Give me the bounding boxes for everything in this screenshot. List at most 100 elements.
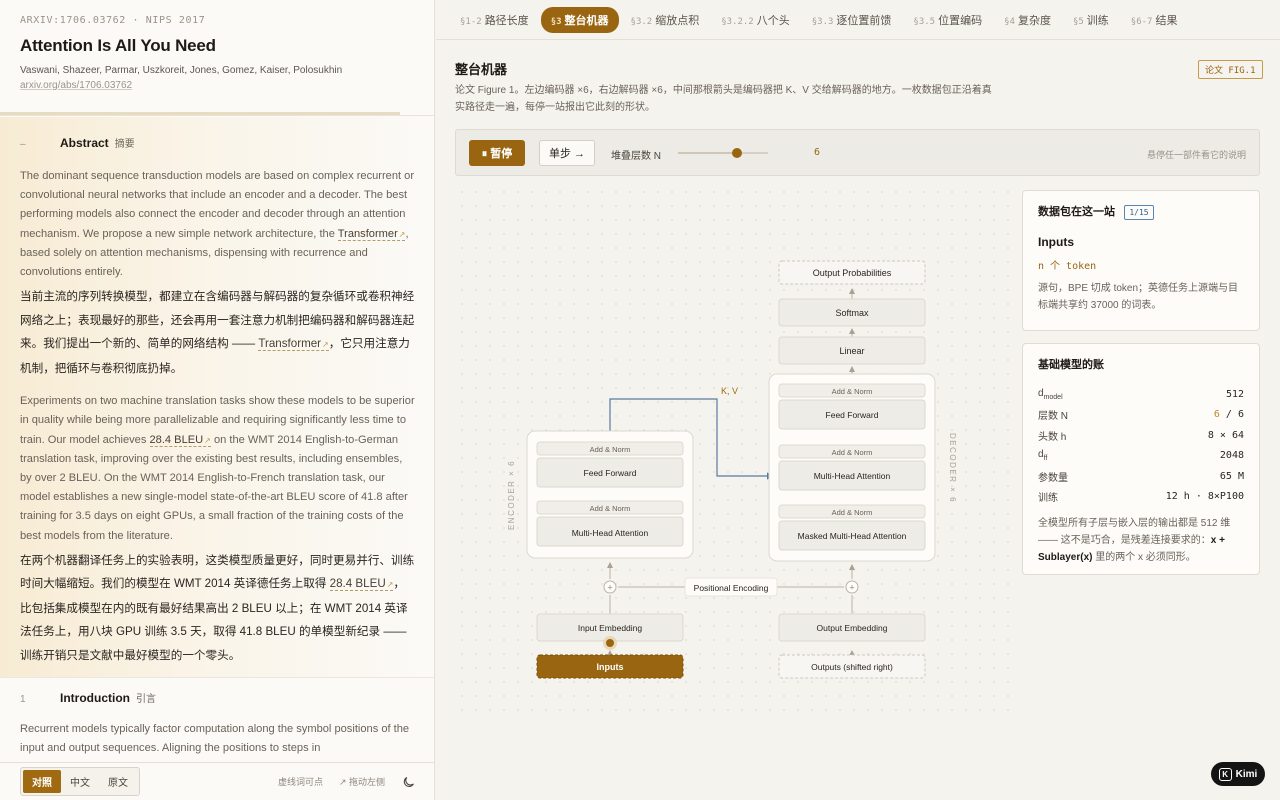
drag-hint[interactable]: ↗ 拖动左侧	[339, 775, 385, 788]
outputs-shifted-label: Outputs (shifted right)	[811, 662, 893, 672]
plus-glyph: +	[849, 583, 854, 593]
station-panel: 数据包在这一站 1/15 Inputs n 个 token 源句，BPE 切成 …	[1022, 190, 1260, 331]
encoder-attention-label: Multi-Head Attention	[572, 528, 649, 538]
term-link-transformer-zh[interactable]: Transformer	[258, 337, 329, 352]
abstract-heading: – Abstract 摘要	[20, 135, 415, 161]
add-norm-label: Add & Norm	[590, 445, 631, 454]
station-title: 数据包在这一站	[1038, 206, 1115, 218]
decoder-side-label: DECODER × 6	[948, 433, 957, 503]
paper-reader-panel: ARXIV:1706.03762 · NIPS 2017 Attention I…	[0, 0, 435, 800]
reader-footer: 对照 中文 原文 虚线词可点 ↗ 拖动左侧	[0, 762, 434, 800]
section-title-zh: 引言	[135, 694, 156, 705]
term-link-bleu[interactable]: 28.4 BLEU	[149, 433, 211, 447]
pause-button[interactable]: ⏸ 暂停	[469, 140, 525, 166]
ledger-row: 层数 N 6 / 6	[1038, 405, 1244, 426]
tab-section-number: §3	[550, 16, 562, 27]
station-name: Inputs	[1038, 235, 1074, 249]
section-title: Introduction	[60, 691, 130, 705]
abstract-en-paragraph-2: Experiments on two machine translation t…	[20, 392, 415, 546]
abstract-section: – Abstract 摘要 The dominant sequence tran…	[0, 117, 434, 677]
tab-9[interactable]: §6-7 结果	[1121, 7, 1188, 33]
tab-7[interactable]: §4 复杂度	[994, 7, 1061, 33]
hover-hint: 悬停任一部件看它的说明	[1146, 150, 1246, 160]
decoder-masked-attention-label: Masked Multi-Head Attention	[798, 531, 907, 541]
tab-6[interactable]: §3.5 位置编码	[903, 7, 992, 33]
inputs-label: Inputs	[597, 662, 624, 672]
plus-glyph: +	[607, 583, 612, 593]
abstract-zh-paragraph-2: 在两个机器翻译任务上的实验表明，这类模型质量更好，同时更易并行、训练时间大幅缩短…	[20, 549, 415, 668]
machine-description: 论文 Figure 1。左边编码器 ×6，右边解码器 ×6，中间那根箭头是编码器…	[455, 85, 992, 113]
kimi-badge[interactable]: K Kimi	[1211, 762, 1265, 786]
paper-authors: Vaswani, Shazeer, Parmar, Uszkoreit, Jon…	[20, 65, 343, 76]
decoder-cross-attention-label: Multi-Head Attention	[814, 471, 891, 481]
tab-5[interactable]: §3.3 逐位置前馈	[802, 7, 902, 33]
introduction-section: 1 Introduction 引言 Recurrent models typic…	[0, 677, 434, 767]
tab-label: 缩放点积	[655, 14, 700, 27]
ledger-value: 512	[1225, 388, 1244, 400]
ledger-row: 参数量 65 M	[1038, 466, 1244, 487]
ledger-value: 12 h · 8×P100	[1165, 491, 1244, 503]
step-button[interactable]: 单步 →	[539, 140, 595, 166]
text-run: 全模型所有子层与嵌入层的输出都是 512 维 —— 这不是巧合，是残差连接要求的…	[1038, 518, 1231, 546]
paper-meta: ARXIV:1706.03762 · NIPS 2017	[20, 15, 206, 26]
tab-section-number: §4	[1004, 16, 1015, 27]
machine-title: 整台机器	[455, 62, 508, 77]
output-embedding-label: Output Embedding	[817, 623, 888, 633]
mode-bilingual-button[interactable]: 对照	[23, 770, 61, 793]
abstract-zh-paragraph-1: 当前主流的序列转换模型，都建立在含编码器与解码器的复杂循环或卷积神经网络之上；表…	[20, 285, 415, 380]
layers-slider-label: 堆叠层数 N	[611, 151, 661, 162]
ledger-row: 训练 12 h · 8×P100	[1038, 487, 1244, 508]
text-run: on the WMT 2014 English-to-German transl…	[20, 433, 408, 542]
tab-section-number: §5	[1072, 16, 1084, 27]
transformer-diagram: K, V Output Probabilities Softmax Linear…	[455, 185, 1015, 715]
term-link-transformer[interactable]: Transformer	[337, 227, 406, 241]
dark-mode-moon-icon[interactable]	[403, 776, 415, 788]
introduction-heading: 1 Introduction 引言	[20, 690, 415, 716]
softmax-label: Softmax	[835, 308, 869, 318]
tab-section-number: §3.2.2	[721, 16, 754, 27]
kimi-label: Kimi	[1235, 768, 1258, 780]
add-norm-label: Add & Norm	[832, 448, 873, 457]
positional-encoding-label: Positional Encoding	[694, 583, 769, 593]
tab-label: 整台机器	[564, 14, 609, 27]
tab-label: 训练	[1086, 14, 1109, 27]
introduction-paragraph: Recurrent models typically factor comput…	[20, 723, 410, 755]
tab-section-number: §3.3	[811, 16, 834, 27]
term-link-bleu-zh[interactable]: 28.4 BLEU	[329, 577, 394, 592]
ledger-key: dff	[1038, 449, 1048, 463]
tab-section-number: §3.5	[913, 16, 936, 27]
ledger-value-rest: / 6	[1219, 409, 1244, 421]
ledger-value: 2048	[1219, 450, 1244, 462]
layers-slider-knob[interactable]	[731, 148, 742, 158]
encoder-feed-forward-label: Feed Forward	[584, 468, 637, 478]
tab-2[interactable]: §3 整台机器	[540, 6, 619, 33]
kimi-logo-icon: K	[1218, 767, 1232, 781]
section-tabs: §1-2 路径长度 §3 整台机器 §3.2 缩放点积 §3.2.2 八个头 §3.3 逐位置前馈…	[436, 0, 1280, 40]
paper-link[interactable]: arxiv.org/abs/1706.03762	[20, 80, 132, 91]
output-probabilities-label: Output Probabilities	[813, 268, 892, 278]
add-norm-label: Add & Norm	[590, 504, 631, 513]
tab-8[interactable]: §5 训练	[1063, 7, 1119, 33]
layers-slider-fill	[678, 152, 737, 154]
tab-label: 八个头	[756, 14, 790, 27]
ledger-key: 参数量	[1038, 472, 1068, 484]
ledger-row: 头数 h 8 × 64	[1038, 425, 1244, 446]
station-header: 数据包在这一站 1/15	[1038, 203, 1244, 220]
tab-1[interactable]: §1-2 路径长度	[450, 7, 539, 33]
tab-4[interactable]: §3.2.2 八个头	[711, 7, 800, 33]
ledger-key: 层数 N	[1038, 411, 1068, 423]
ledger-note: 全模型所有子层与嵌入层的输出都是 512 维 —— 这不是巧合，是残差连接要求的…	[1038, 515, 1244, 566]
station-counter-badge: 1/15	[1124, 205, 1154, 220]
paper-title: Attention Is All You Need	[20, 36, 216, 55]
mode-chinese-button[interactable]: 中文	[61, 770, 99, 793]
ledger-key: 训练	[1038, 493, 1058, 505]
layers-slider[interactable]	[678, 148, 768, 158]
ledger-value: 6 / 6	[1214, 409, 1244, 420]
ledger-value: 65 M	[1219, 470, 1244, 482]
ledger-key: 头数 h	[1038, 431, 1067, 443]
add-norm-label: Add & Norm	[832, 508, 873, 517]
mode-original-button[interactable]: 原文	[99, 770, 137, 793]
tab-label: 结果	[1155, 14, 1178, 27]
section-title-zh: 摘要	[114, 139, 135, 150]
tab-3[interactable]: §3.2 缩放点积	[621, 7, 710, 33]
